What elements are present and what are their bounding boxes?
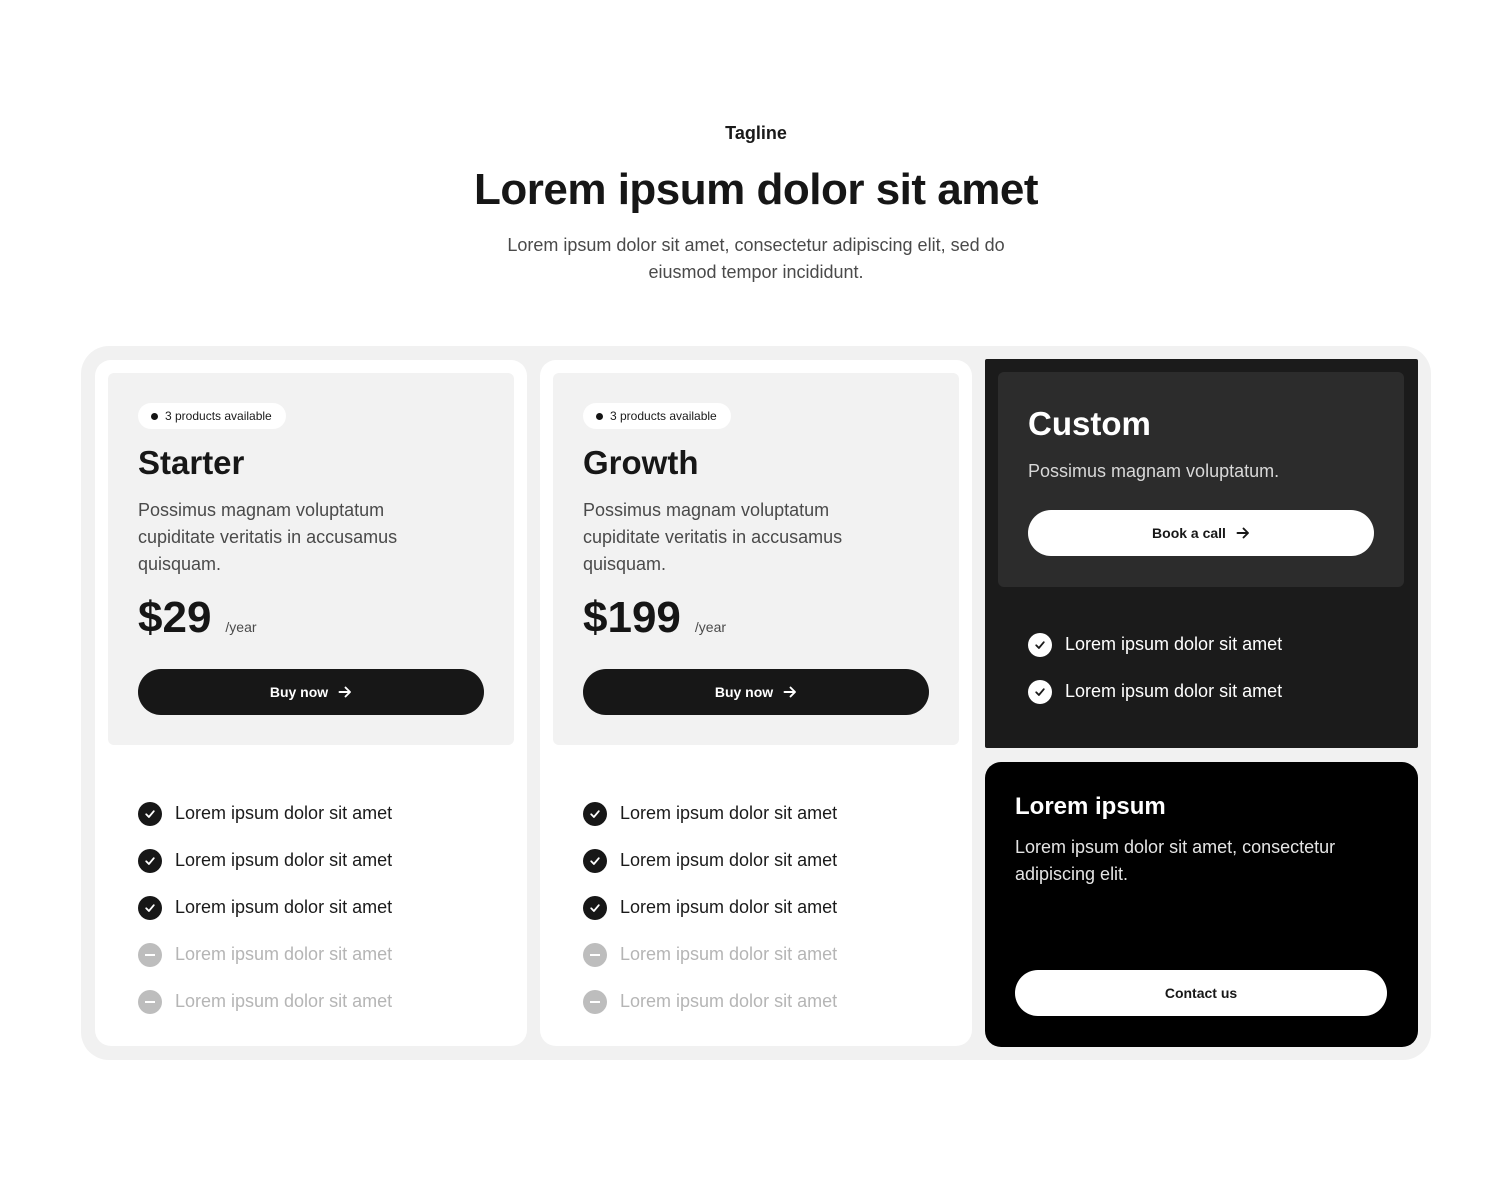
plan-price: $199 <box>583 593 681 642</box>
book-a-call-label: Book a call <box>1152 525 1226 541</box>
page-title: Lorem ipsum dolor sit amet <box>474 165 1038 214</box>
products-badge: 3 products available <box>138 403 286 429</box>
check-icon <box>583 848 607 873</box>
contact-card: Lorem ipsum Lorem ipsum dolor sit amet, … <box>985 762 1418 1047</box>
feature-item: Lorem ipsum dolor sit amet <box>583 884 837 931</box>
tagline: Tagline <box>725 123 787 143</box>
plan-period: /year <box>694 619 727 635</box>
feature-item-disabled: Lorem ipsum dolor sit amet <box>583 978 837 1025</box>
plan-name: Growth <box>583 444 699 481</box>
feature-label: Lorem ipsum dolor sit amet <box>620 991 838 1011</box>
page-subtitle: Lorem ipsum dolor sit amet, consectetur … <box>507 235 1005 282</box>
minus-icon <box>583 942 607 967</box>
plan-card-header: 3 products available Starter Possimus ma… <box>108 373 514 745</box>
price-row: $29 /year <box>138 592 484 644</box>
feature-item: Lorem ipsum dolor sit amet <box>1028 621 1282 668</box>
badge-label: 3 products available <box>610 409 717 423</box>
dot-icon <box>596 412 603 420</box>
feature-list: Lorem ipsum dolor sit amet Lorem ipsum d… <box>1028 621 1282 715</box>
minus-icon <box>138 989 162 1014</box>
feature-item-disabled: Lorem ipsum dolor sit amet <box>138 978 392 1025</box>
feature-item: Lorem ipsum dolor sit amet <box>138 884 392 931</box>
feature-list: Lorem ipsum dolor sit amet Lorem ipsum d… <box>138 790 392 1025</box>
contact-description: Lorem ipsum dolor sit amet, consectetur … <box>1015 837 1336 884</box>
plan-card-custom: Custom Possimus magnam voluptatum. Book … <box>985 359 1418 748</box>
check-icon <box>583 801 607 826</box>
feature-label: Lorem ipsum dolor sit amet <box>1065 634 1283 654</box>
plan-description: Possimus magnam voluptatum cupiditate ve… <box>138 500 398 574</box>
feature-label: Lorem ipsum dolor sit amet <box>175 897 393 917</box>
check-icon <box>138 801 162 826</box>
buy-now-label: Buy now <box>269 684 329 700</box>
plan-card-header: 3 products available Growth Possimus mag… <box>553 373 959 745</box>
check-icon <box>1028 679 1052 704</box>
plan-name: Custom <box>1028 405 1151 442</box>
arrow-right-icon <box>1236 527 1249 539</box>
feature-item-disabled: Lorem ipsum dolor sit amet <box>138 931 392 978</box>
custom-card-header: Custom Possimus magnam voluptatum. Book … <box>998 372 1404 587</box>
plan-description: Possimus magnam voluptatum. <box>1028 461 1280 481</box>
check-icon <box>1028 632 1052 657</box>
feature-label: Lorem ipsum dolor sit amet <box>175 944 393 964</box>
plan-period: /year <box>225 619 257 635</box>
plan-name: Starter <box>138 444 245 481</box>
plan-price: $29 <box>138 593 212 642</box>
feature-label: Lorem ipsum dolor sit amet <box>175 850 393 870</box>
feature-label: Lorem ipsum dolor sit amet <box>620 803 838 823</box>
buy-now-label: Buy now <box>714 684 774 700</box>
feature-item: Lorem ipsum dolor sit amet <box>1028 668 1282 715</box>
contact-title: Lorem ipsum <box>1015 793 1166 820</box>
check-icon <box>138 895 162 920</box>
minus-icon <box>138 942 162 967</box>
check-icon <box>583 895 607 920</box>
feature-item: Lorem ipsum dolor sit amet <box>583 790 837 837</box>
badge-label: 3 products available <box>165 409 272 423</box>
feature-label: Lorem ipsum dolor sit amet <box>620 897 838 917</box>
feature-label: Lorem ipsum dolor sit amet <box>175 803 393 823</box>
feature-label: Lorem ipsum dolor sit amet <box>175 991 393 1011</box>
feature-item-disabled: Lorem ipsum dolor sit amet <box>583 931 837 978</box>
feature-label: Lorem ipsum dolor sit amet <box>1065 681 1283 701</box>
arrow-right-icon <box>338 686 352 698</box>
feature-item: Lorem ipsum dolor sit amet <box>138 790 392 837</box>
products-badge: 3 products available <box>583 403 731 429</box>
arrow-right-icon <box>783 686 797 698</box>
pricing-page: Tagline Lorem ipsum dolor sit amet Lorem… <box>0 0 1512 1181</box>
feature-list: Lorem ipsum dolor sit amet Lorem ipsum d… <box>583 790 837 1025</box>
pricing-header: Tagline Lorem ipsum dolor sit amet Lorem… <box>0 120 1512 286</box>
feature-label: Lorem ipsum dolor sit amet <box>620 850 838 870</box>
book-a-call-button[interactable]: Book a call <box>1028 510 1374 556</box>
feature-label: Lorem ipsum dolor sit amet <box>620 944 838 964</box>
price-row: $199 /year <box>583 592 929 644</box>
plan-description: Possimus magnam voluptatum cupiditate ve… <box>583 500 843 574</box>
feature-item: Lorem ipsum dolor sit amet <box>138 837 392 884</box>
contact-us-button[interactable]: Contact us <box>1015 970 1387 1016</box>
plan-card-starter: 3 products available Starter Possimus ma… <box>95 360 527 1046</box>
check-icon <box>138 848 162 873</box>
dot-icon <box>151 412 158 420</box>
minus-icon <box>583 989 607 1014</box>
feature-item: Lorem ipsum dolor sit amet <box>583 837 837 884</box>
buy-now-button[interactable]: Buy now <box>138 669 484 715</box>
buy-now-button[interactable]: Buy now <box>583 669 929 715</box>
plan-card-growth: 3 products available Growth Possimus mag… <box>540 360 972 1046</box>
contact-us-label: Contact us <box>1164 985 1238 1001</box>
